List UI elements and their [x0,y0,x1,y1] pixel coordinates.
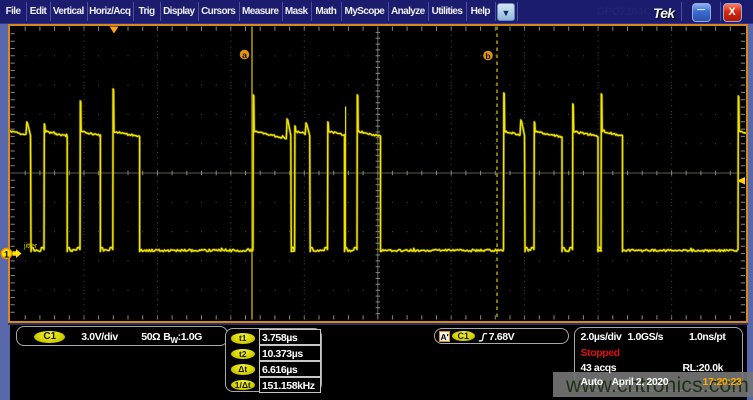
svg-text:a: a [242,50,247,60]
svg-text:jitter: jitter [23,243,38,250]
svg-text:1: 1 [4,250,9,260]
svg-text:b: b [485,51,490,61]
